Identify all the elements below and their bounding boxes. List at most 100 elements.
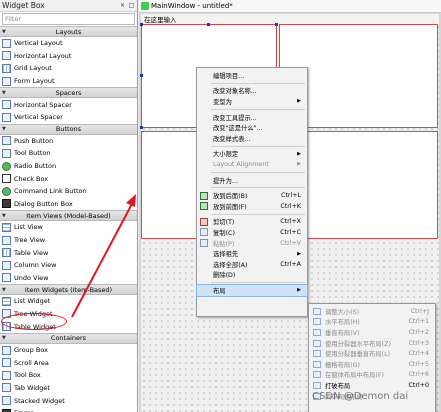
widget-item[interactable]: List Widget [0, 295, 137, 308]
context-menu-item[interactable]: 变型为 ▶ [197, 96, 307, 107]
widget-item[interactable]: Radio Button [0, 160, 137, 173]
widget-item[interactable]: Group Box [0, 344, 137, 357]
float-icon[interactable]: □ [128, 2, 135, 9]
widget-item[interactable]: Check Box [0, 172, 137, 185]
horizontal-layout-icon [2, 51, 11, 61]
widget-item[interactable]: Tool Button [0, 147, 137, 160]
widget-item[interactable]: Push Button [0, 135, 137, 148]
menu-item-label: 粘贴(P) [213, 240, 235, 248]
selection-handle[interactable] [140, 126, 143, 129]
context-menu-item[interactable]: 布局 ▶ [196, 284, 308, 297]
widget-item[interactable]: Frame [0, 407, 137, 412]
context-menu-item[interactable]: 提升为... [197, 175, 307, 186]
widget-item[interactable]: Vertical Layout [0, 37, 137, 50]
widget-item[interactable]: Scroll Area [0, 356, 137, 369]
layout-submenu-item[interactable]: 调整大小(S) Ctrl+J [309, 306, 435, 317]
category-header[interactable]: ▼ Spacers [0, 87, 137, 99]
context-menu-item[interactable]: 剪切(T) Ctrl+X [197, 217, 307, 228]
category-label: Item Widgets (Item-Based) [24, 285, 113, 294]
collapse-arrow-icon[interactable]: ▼ [2, 335, 6, 341]
dialog-button-box-icon [2, 199, 11, 209]
menu-separator [211, 213, 305, 215]
context-menu-item[interactable]: 复制(C) Ctrl+C [197, 227, 307, 238]
context-menu-item[interactable]: 粘贴(P) Ctrl+V [197, 238, 307, 249]
widget-item[interactable]: Vertical Spacer [0, 111, 137, 124]
form-menubar[interactable]: 在这里输入 [141, 14, 439, 24]
widget-item[interactable]: Horizontal Spacer [0, 98, 137, 111]
widget-item[interactable]: Tool Box [0, 369, 137, 382]
category-header[interactable]: ▼ Containers [0, 332, 137, 344]
layout-icon [313, 371, 321, 379]
collapse-arrow-icon[interactable]: ▼ [2, 126, 6, 132]
context-menu-item[interactable]: 编辑项目... [197, 70, 307, 81]
widget-item[interactable]: Form Layout [0, 75, 137, 88]
selection-handle[interactable] [207, 23, 210, 26]
widget-item-label: Check Box [14, 174, 49, 183]
category-header[interactable]: ▼ Item Views (Model-Based) [0, 210, 137, 222]
context-menu-item[interactable]: 删除(D) [197, 270, 307, 281]
layout-submenu-item[interactable]: 水平布局(H) Ctrl+1 [309, 317, 435, 328]
context-menu-item[interactable]: 改变样式表... [197, 133, 307, 144]
menu-separator [211, 282, 305, 284]
context-menu-item[interactable]: 大小限定 ▶ [197, 149, 307, 160]
widget-item[interactable]: Command Link Button [0, 185, 137, 198]
widget-item[interactable]: Dialog Button Box [0, 198, 137, 211]
context-menu-item[interactable]: 选择祖先 ▶ [197, 248, 307, 259]
collapse-arrow-icon[interactable]: ▼ [2, 213, 6, 219]
widget-box-title-bar: Widget Box × □ [0, 0, 137, 12]
widget-item[interactable]: List View [0, 221, 137, 234]
collapse-arrow-icon[interactable]: ▼ [2, 90, 6, 96]
layout-icon [313, 350, 321, 358]
widget-item[interactable]: Column View [0, 259, 137, 272]
bring-front-icon [200, 202, 208, 211]
widget-item-label: Column View [14, 261, 57, 270]
undo-view-icon [2, 273, 11, 283]
category-header[interactable]: ▼ Buttons [0, 123, 137, 135]
layout-submenu-item[interactable]: 栅格布局(G) Ctrl+5 [309, 359, 435, 370]
collapse-arrow-icon[interactable]: ▼ [2, 29, 6, 35]
context-menu-item[interactable]: 放到后面(B) Ctrl+L [197, 190, 307, 201]
layout-submenu-item[interactable]: 在窗体布局中布局(F) Ctrl+6 [309, 370, 435, 381]
form-layout-icon [2, 76, 11, 86]
context-menu-item[interactable]: 改变"这是什么"... [197, 122, 307, 133]
layout-submenu-item[interactable]: 打破布局 Ctrl+0 [309, 380, 435, 391]
layout-icon [313, 328, 321, 336]
widget-box-panel: Widget Box × □ Filter ▼ Layouts Vertical L… [0, 0, 138, 412]
close-icon[interactable]: × [119, 2, 126, 9]
widget-item[interactable]: Horizontal Layout [0, 50, 137, 63]
context-menu-item[interactable]: 改变工具提示... [197, 112, 307, 123]
command-link-icon [2, 186, 11, 196]
widget-item[interactable]: Stacked Widget [0, 394, 137, 407]
filter-input[interactable]: Filter [2, 13, 135, 25]
selection-handle[interactable] [140, 23, 143, 26]
context-menu-item[interactable]: 选择全部(A) Ctrl+A [197, 259, 307, 270]
widget-item[interactable]: Undo View [0, 272, 137, 285]
category-label: Containers [50, 334, 87, 343]
widget-item[interactable]: Tab Widget [0, 382, 137, 395]
collapse-arrow-icon[interactable]: ▼ [2, 287, 6, 293]
submenu-item-label: 在窗体布局中布局(F) [325, 372, 384, 380]
paste-icon [200, 239, 208, 248]
selection-handle[interactable] [275, 23, 278, 26]
category-header[interactable]: ▼ Layouts [0, 26, 137, 37]
layout-submenu-item[interactable]: 垂直布局(V) Ctrl+2 [309, 327, 435, 338]
selection-handle[interactable] [140, 74, 143, 77]
widget-item[interactable]: Tree View [0, 234, 137, 247]
copy-icon [200, 228, 208, 237]
context-menu-item[interactable]: Layout Alignment ▶ [197, 159, 307, 170]
menu-item-label: 变型为 [213, 98, 232, 106]
layout-submenu-item[interactable]: 使用分裂器垂直布局(L) Ctrl+4 [309, 348, 435, 359]
context-menu-item[interactable]: 改变对象名称... [197, 86, 307, 97]
widget-item[interactable]: Grid Layout [0, 62, 137, 75]
layout-submenu-item[interactable]: 使用分裂器水平布局(Z) Ctrl+3 [309, 338, 435, 349]
context-menu-item[interactable]: 放到前面(F) Ctrl+K [197, 201, 307, 212]
layout-icon [313, 381, 321, 389]
category-header[interactable]: ▼ Item Widgets (Item-Based) [0, 284, 137, 296]
category-label: Buttons [55, 125, 82, 134]
widget-item-label: Tool Button [14, 149, 51, 158]
widget-item-label: List Widget [14, 297, 51, 306]
menu-item-shortcut: Ctrl+X [280, 218, 301, 226]
widget-item-label: Push Button [14, 136, 54, 145]
widget-item[interactable]: Table View [0, 246, 137, 259]
menubar-placeholder[interactable]: 在这里输入 [144, 14, 177, 24]
